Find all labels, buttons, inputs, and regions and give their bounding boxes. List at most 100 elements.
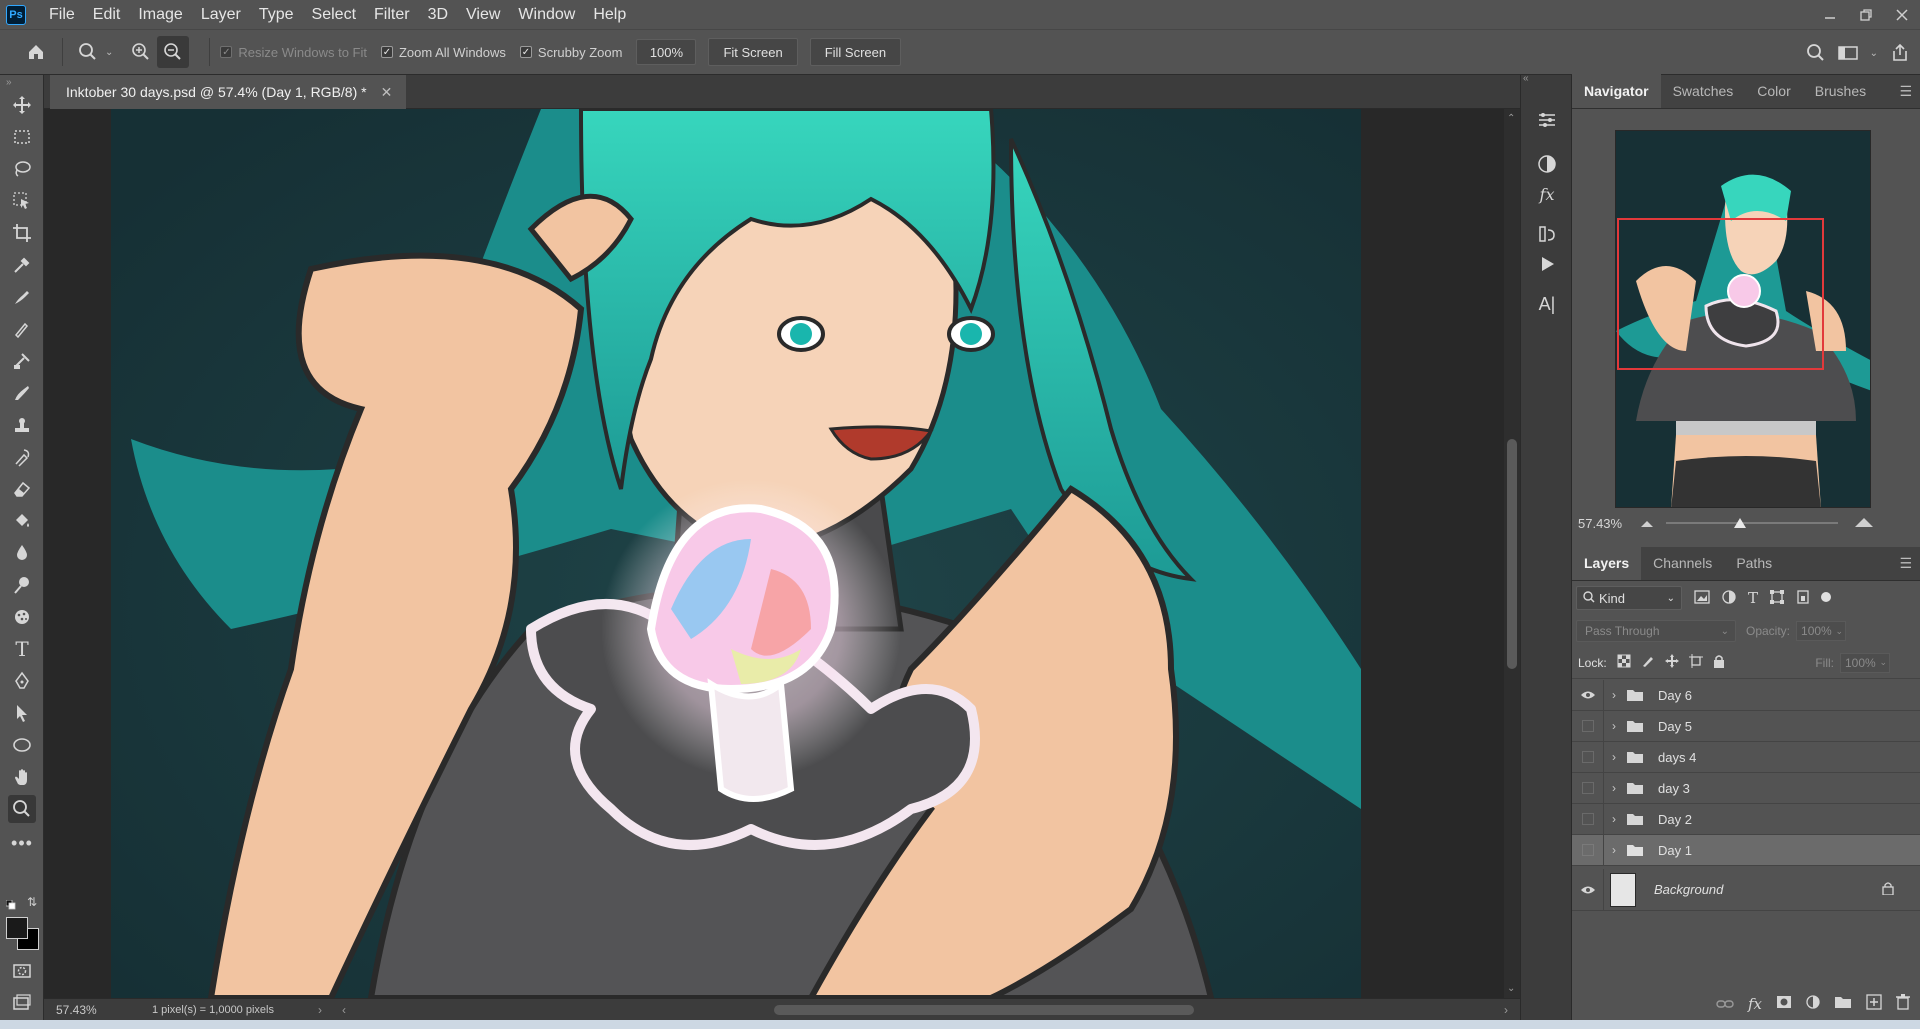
clone-stamp-tool-icon[interactable] (8, 347, 36, 375)
navigator-zoom-value[interactable]: 57.43% (1578, 516, 1628, 531)
pen-tool-icon[interactable] (8, 667, 36, 695)
zoom-percent-field[interactable]: 100% (636, 39, 697, 65)
type-tool-icon[interactable]: T (8, 635, 36, 663)
character-icon[interactable]: A| (1531, 289, 1563, 319)
new-adjustment-layer-icon[interactable] (1806, 995, 1820, 1012)
scroll-down-icon[interactable]: ⌄ (1507, 983, 1515, 994)
link-layers-icon[interactable] (1716, 996, 1734, 1012)
layer-filter-kind[interactable]: Kind ⌄ (1576, 586, 1682, 610)
status-menu-arrow-icon[interactable]: › (318, 1003, 322, 1017)
workspace-icon[interactable] (1832, 37, 1864, 69)
expand-chevron-icon[interactable]: › (1604, 843, 1624, 857)
layer-row-day-5[interactable]: › Day 5 (1572, 710, 1920, 742)
expand-chevron-icon[interactable]: › (1604, 812, 1624, 826)
actions-play-icon[interactable] (1531, 249, 1563, 279)
collapse-arrows-icon[interactable]: « (1523, 73, 1529, 84)
expand-chevron-icon[interactable]: › (1604, 688, 1624, 702)
healing-brush-tool-icon[interactable] (8, 283, 36, 311)
restore-window-icon[interactable] (1848, 0, 1884, 29)
scroll-left-icon[interactable]: ‹ (342, 1003, 346, 1017)
new-group-icon[interactable] (1834, 995, 1852, 1012)
filter-pixel-icon[interactable] (1694, 589, 1710, 607)
layer-row-days-4[interactable]: › days 4 (1572, 741, 1920, 773)
visibility-eye-icon[interactable] (1572, 868, 1604, 911)
eyedropper-tool-icon[interactable] (8, 251, 36, 279)
default-colors-icon[interactable] (5, 897, 16, 910)
history-icon[interactable] (1531, 219, 1563, 249)
sponge-tool-icon[interactable] (8, 603, 36, 631)
menu-help[interactable]: Help (584, 0, 635, 29)
navigator-zoom-slider[interactable] (1666, 518, 1838, 528)
navigator-thumbnail[interactable] (1615, 130, 1871, 508)
scroll-right-icon[interactable]: › (1504, 1003, 1508, 1017)
share-icon[interactable] (1884, 37, 1916, 69)
fill-field[interactable]: 100% ⌄ (1840, 652, 1890, 673)
vertical-scroll-thumb[interactable] (1507, 439, 1517, 669)
tab-navigator[interactable]: Navigator (1572, 74, 1661, 108)
close-window-icon[interactable] (1884, 0, 1920, 29)
layer-row-day-1[interactable]: › Day 1 (1572, 834, 1920, 866)
resize-windows-checkbox[interactable]: ✓ Resize Windows to Fit (220, 45, 367, 60)
properties-icon[interactable] (1531, 105, 1563, 135)
fill-screen-button[interactable]: Fill Screen (809, 38, 902, 66)
add-mask-icon[interactable] (1776, 995, 1792, 1012)
visibility-toggle-empty[interactable] (1572, 803, 1604, 835)
zoom-in-mountain-icon[interactable] (1854, 516, 1874, 531)
hand-tool-icon[interactable] (8, 763, 36, 791)
menu-layer[interactable]: Layer (192, 0, 250, 29)
visibility-toggle-empty[interactable] (1572, 834, 1604, 866)
zoom-out-mountain-icon[interactable] (1640, 516, 1654, 531)
home-icon[interactable] (20, 36, 52, 68)
lock-transparency-icon[interactable] (1617, 654, 1631, 671)
blur-tool-icon[interactable] (8, 539, 36, 567)
zoom-tool-icon[interactable] (8, 795, 36, 823)
chevron-down-icon[interactable]: ⌄ (105, 47, 113, 58)
panel-menu-icon[interactable]: ☰ (1899, 83, 1912, 100)
swap-colors-icon[interactable]: ⇅ (27, 895, 37, 909)
foreground-color-swatch[interactable] (6, 917, 28, 939)
art-history-brush-icon[interactable] (8, 443, 36, 471)
filter-toggle-icon[interactable] (1820, 590, 1832, 606)
close-icon[interactable]: ✕ (381, 84, 393, 101)
search-icon[interactable] (1800, 37, 1832, 69)
zoom-tool-preset-icon[interactable] (73, 36, 105, 68)
zoom-slider-thumb[interactable] (1733, 518, 1746, 528)
status-zoom[interactable]: 57.43% (56, 1003, 122, 1017)
path-selection-tool-icon[interactable] (8, 699, 36, 727)
menu-3d[interactable]: 3D (419, 0, 457, 29)
lasso-tool-icon[interactable] (8, 155, 36, 183)
menu-view[interactable]: View (457, 0, 509, 29)
lock-artboard-icon[interactable] (1688, 654, 1703, 671)
menu-select[interactable]: Select (303, 0, 365, 29)
brush-tool-icon[interactable] (8, 315, 36, 343)
document-tab[interactable]: Inktober 30 days.psd @ 57.4% (Day 1, RGB… (50, 75, 407, 109)
menu-type[interactable]: Type (250, 0, 303, 29)
scroll-up-icon[interactable]: ⌃ (1507, 113, 1515, 124)
filter-adjustment-icon[interactable] (1722, 589, 1736, 607)
visibility-toggle-empty[interactable] (1572, 772, 1604, 804)
stamp-tool-icon[interactable] (8, 411, 36, 439)
horizontal-scroll-thumb[interactable] (774, 1005, 1194, 1015)
history-brush-tool-icon[interactable] (8, 379, 36, 407)
opacity-field[interactable]: 100% ⌄ (1796, 621, 1847, 641)
lock-all-icon[interactable] (1713, 654, 1725, 671)
zoom-in-icon[interactable] (125, 36, 157, 68)
tab-swatches[interactable]: Swatches (1661, 74, 1746, 108)
layer-row-day-6[interactable]: › Day 6 (1572, 679, 1920, 711)
tab-brushes[interactable]: Brushes (1803, 74, 1878, 108)
eraser-tool-icon[interactable] (8, 475, 36, 503)
navigator-view-box[interactable] (1617, 218, 1824, 370)
paint-bucket-tool-icon[interactable] (8, 507, 36, 535)
fit-screen-button[interactable]: Fit Screen (708, 38, 798, 66)
layer-row-day-2[interactable]: › Day 2 (1572, 803, 1920, 835)
dodge-tool-icon[interactable] (8, 571, 36, 599)
visibility-eye-icon[interactable] (1572, 679, 1604, 711)
object-selection-tool-icon[interactable] (8, 187, 36, 215)
styles-fx-icon[interactable]: fx (1531, 179, 1563, 209)
scrubby-zoom-checkbox[interactable]: ✓ Scrubby Zoom (519, 45, 622, 60)
tab-layers[interactable]: Layers (1572, 546, 1642, 580)
menu-filter[interactable]: Filter (365, 0, 419, 29)
ellipse-tool-icon[interactable] (8, 731, 36, 759)
collapse-arrows-icon[interactable]: » (6, 77, 12, 88)
menu-edit[interactable]: Edit (84, 0, 130, 29)
